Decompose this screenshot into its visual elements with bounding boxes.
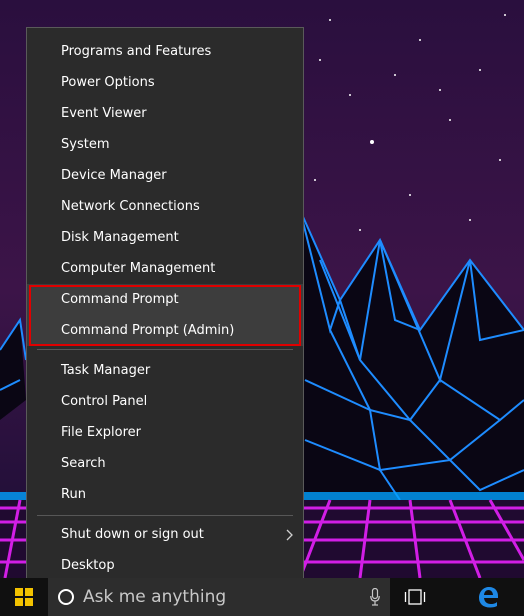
menu-item-power-options[interactable]: Power Options	[27, 67, 303, 98]
task-view-icon[interactable]	[404, 588, 426, 606]
menu-item-desktop[interactable]: Desktop	[27, 550, 303, 581]
menu-separator	[37, 349, 293, 350]
edge-icon[interactable]	[472, 583, 504, 611]
menu-item-run[interactable]: Run	[27, 479, 303, 510]
microphone-icon[interactable]	[370, 588, 380, 606]
menu-item-network-connections[interactable]: Network Connections	[27, 191, 303, 222]
menu-item-label: Shut down or sign out	[61, 527, 204, 542]
start-button[interactable]	[0, 578, 48, 616]
search-box[interactable]: Ask me anything	[48, 578, 390, 616]
menu-item-file-explorer[interactable]: File Explorer	[27, 417, 303, 448]
menu-separator	[37, 515, 293, 516]
menu-item-disk-management[interactable]: Disk Management	[27, 222, 303, 253]
menu-item-computer-management[interactable]: Computer Management	[27, 253, 303, 284]
menu-item-command-prompt[interactable]: Command Prompt	[27, 284, 303, 315]
menu-item-shut-down-or-sign-out[interactable]: Shut down or sign out	[27, 519, 303, 550]
chevron-right-icon	[286, 519, 293, 550]
menu-item-control-panel[interactable]: Control Panel	[27, 386, 303, 417]
menu-item-device-manager[interactable]: Device Manager	[27, 160, 303, 191]
search-input[interactable]: Ask me anything	[83, 587, 226, 607]
cortana-circle-icon	[58, 589, 74, 605]
menu-item-programs-and-features[interactable]: Programs and Features	[27, 36, 303, 67]
menu-item-event-viewer[interactable]: Event Viewer	[27, 98, 303, 129]
menu-item-system[interactable]: System	[27, 129, 303, 160]
winx-context-menu: Programs and Features Power Options Even…	[26, 27, 304, 590]
menu-item-search[interactable]: Search	[27, 448, 303, 479]
menu-item-task-manager[interactable]: Task Manager	[27, 355, 303, 386]
menu-item-command-prompt-admin[interactable]: Command Prompt (Admin)	[27, 315, 303, 346]
windows-logo-icon	[15, 588, 33, 606]
taskbar: Ask me anything	[0, 578, 524, 616]
